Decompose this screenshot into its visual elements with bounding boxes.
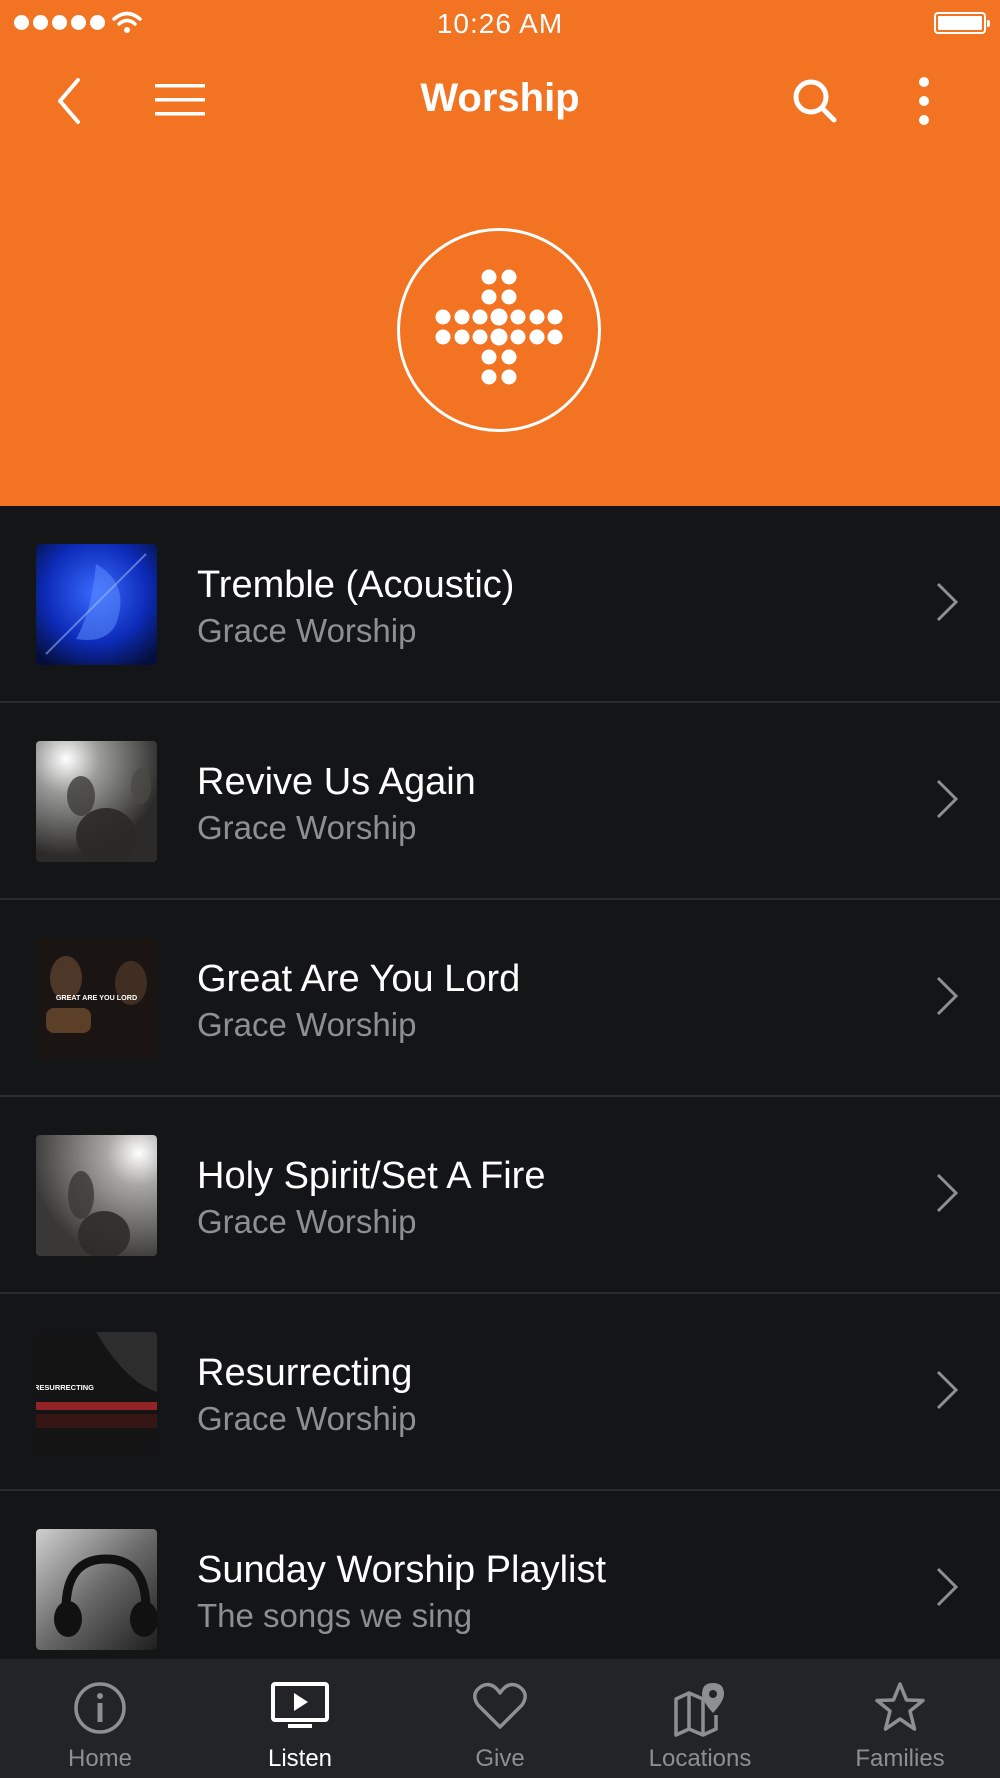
header-bar: 10:26 AM Worship xyxy=(0,0,1000,506)
list-item[interactable]: Holy Spirit/Set A Fire Grace Worship xyxy=(0,1097,1000,1294)
list-item[interactable]: RESURRECTING Resurrecting Grace Worship xyxy=(0,1294,1000,1491)
chevron-right-icon xyxy=(936,1173,959,1213)
tab-label: Home xyxy=(67,1745,133,1772)
tab-label: Families xyxy=(855,1745,945,1772)
item-subtitle: The songs we sing xyxy=(197,1597,473,1634)
map-icon xyxy=(674,1683,724,1737)
item-subtitle: Grace Worship xyxy=(197,809,417,846)
chevron-right-icon xyxy=(936,582,959,622)
tab-label: Locations xyxy=(648,1745,752,1772)
tab-bar: Home Listen Give Locations Families xyxy=(0,1659,1000,1778)
item-subtitle: Grace Worship xyxy=(197,1400,417,1437)
item-subtitle: Grace Worship xyxy=(197,1006,417,1043)
status-time: 10:26 AM xyxy=(436,8,564,39)
tv-play-icon xyxy=(271,1682,329,1728)
church-logo xyxy=(397,228,601,432)
thumbnail-text: RESURRECTING xyxy=(36,1383,94,1392)
tab-families[interactable]: Families xyxy=(800,1659,1000,1778)
list-item[interactable]: Revive Us Again Grace Worship xyxy=(0,703,1000,900)
battery-icon xyxy=(934,12,990,34)
thumbnail-image xyxy=(36,1135,157,1256)
list-item[interactable]: GREAT ARE YOU LORD Great Are You Lord Gr… xyxy=(0,900,1000,1097)
thumbnail-text: GREAT ARE YOU LORD xyxy=(56,993,137,1002)
media-list: Tremble (Acoustic) Grace Worship Revive … xyxy=(0,506,1000,1688)
tab-label: Give xyxy=(475,1745,525,1772)
tab-give[interactable]: Give xyxy=(400,1659,600,1778)
dotted-cross-icon xyxy=(435,269,563,385)
item-title: Holy Spirit/Set A Fire xyxy=(197,1155,546,1197)
more-options-icon[interactable] xyxy=(912,76,936,126)
heart-icon xyxy=(473,1682,527,1729)
thumbnail-image xyxy=(36,741,157,862)
tab-label: Listen xyxy=(267,1745,333,1772)
thumbnail-image xyxy=(36,544,157,665)
chevron-right-icon xyxy=(936,1567,959,1607)
chevron-right-icon xyxy=(936,976,959,1016)
item-title: Great Are You Lord xyxy=(197,958,521,1000)
item-subtitle: Grace Worship xyxy=(197,612,417,649)
item-title: Sunday Worship Playlist xyxy=(197,1549,607,1591)
thumbnail-image xyxy=(36,1529,157,1650)
item-title: Revive Us Again xyxy=(197,761,476,803)
info-icon xyxy=(74,1682,126,1734)
thumbnail-image: GREAT ARE YOU LORD xyxy=(36,938,157,1059)
search-icon[interactable] xyxy=(790,76,840,126)
chevron-right-icon xyxy=(936,1370,959,1410)
item-title: Resurrecting xyxy=(197,1352,413,1394)
tab-locations[interactable]: Locations xyxy=(600,1659,800,1778)
tab-home[interactable]: Home xyxy=(0,1659,200,1778)
chevron-right-icon xyxy=(936,779,959,819)
list-item[interactable]: Tremble (Acoustic) Grace Worship xyxy=(0,506,1000,703)
thumbnail-image: RESURRECTING xyxy=(36,1332,157,1453)
item-title: Tremble (Acoustic) xyxy=(197,564,515,606)
item-subtitle: Grace Worship xyxy=(197,1203,417,1240)
page-title: Worship xyxy=(420,76,580,120)
star-icon xyxy=(875,1682,925,1731)
tab-listen[interactable]: Listen xyxy=(200,1659,400,1778)
